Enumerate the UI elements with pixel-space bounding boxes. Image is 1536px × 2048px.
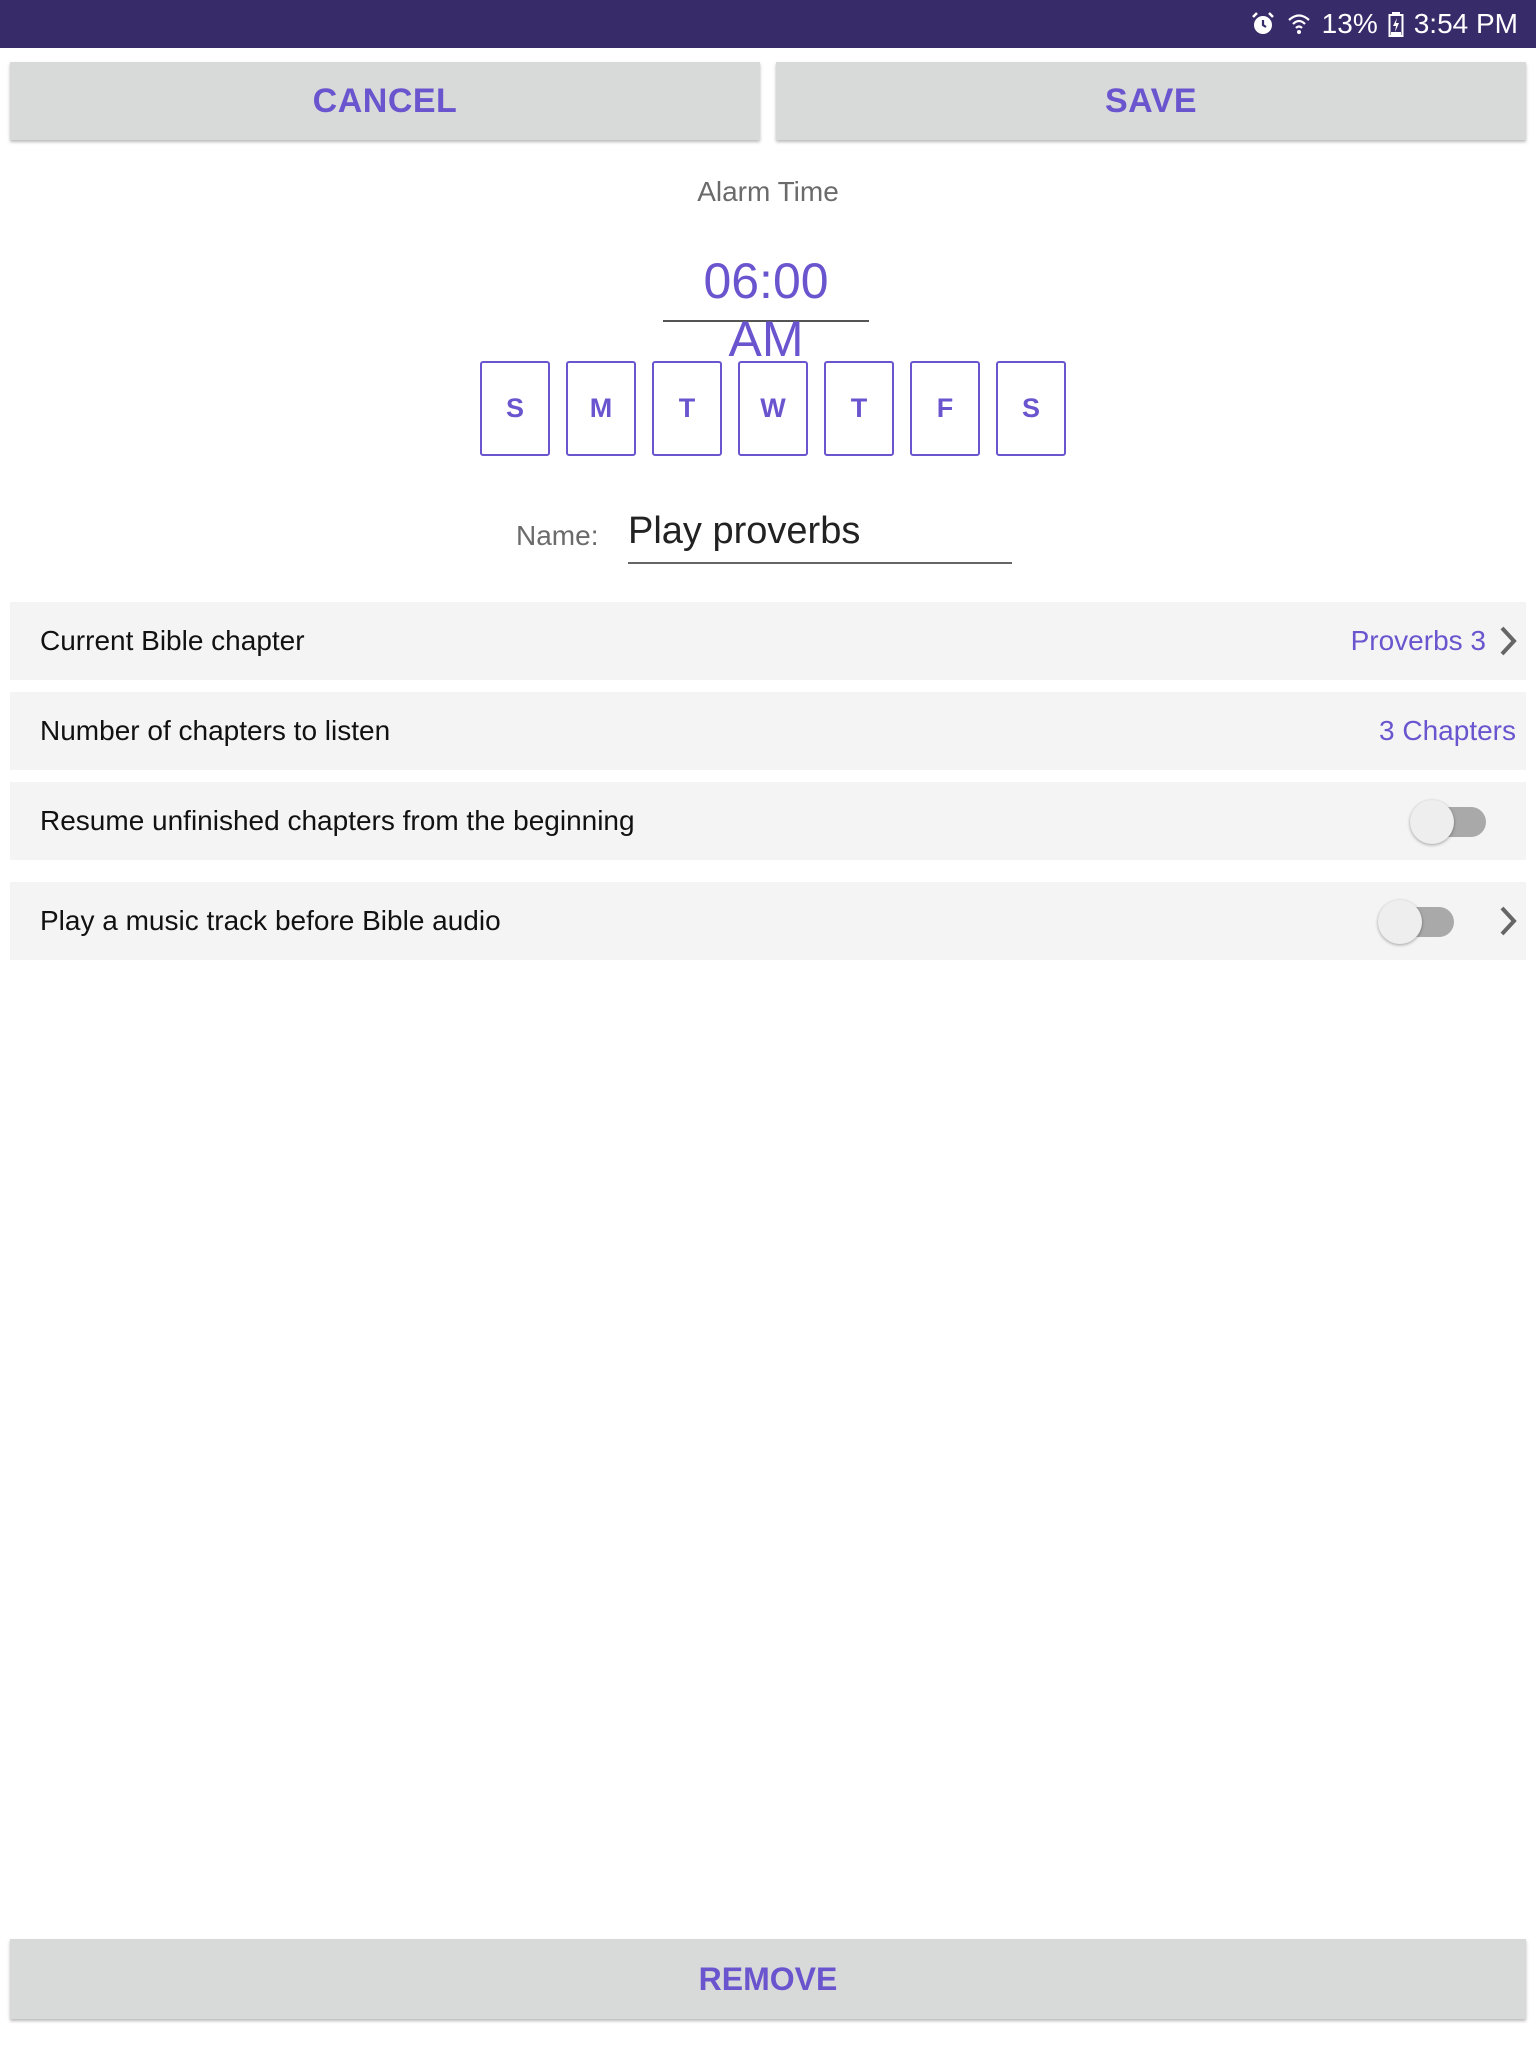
battery-charging-icon	[1388, 11, 1404, 37]
status-time: 3:54 PM	[1413, 8, 1518, 39]
day-saturday[interactable]: S	[996, 361, 1066, 456]
chapters-count-row[interactable]: Number of chapters to listen 3 Chapters	[10, 692, 1526, 770]
music-track-toggle[interactable]	[1378, 900, 1460, 944]
day-selector: S M T W T F S	[480, 361, 1066, 456]
music-track-row[interactable]: Play a music track before Bible audio	[10, 882, 1526, 960]
alarm-icon	[1250, 11, 1276, 37]
music-track-label: Play a music track before Bible audio	[40, 905, 501, 936]
remove-button[interactable]: REMOVE	[10, 1939, 1526, 2019]
battery-percent: 13%	[1321, 8, 1378, 39]
chapters-count-value: 3 Chapters	[1379, 715, 1516, 746]
alarm-time-picker[interactable]: 06:00 AM	[663, 252, 869, 367]
day-thursday[interactable]: T	[824, 361, 894, 456]
bible-chapter-row[interactable]: Current Bible chapter Proverbs 3	[10, 602, 1526, 680]
status-bar: 13% 3:54 PM	[0, 0, 1536, 48]
name-input[interactable]: Play proverbs	[628, 510, 1012, 564]
day-friday[interactable]: F	[910, 361, 980, 456]
day-sunday[interactable]: S	[480, 361, 550, 456]
wifi-icon	[1286, 11, 1312, 37]
chapters-count-label: Number of chapters to listen	[40, 715, 391, 746]
day-monday[interactable]: M	[566, 361, 636, 456]
name-label: Name:	[516, 520, 599, 551]
day-wednesday[interactable]: W	[738, 361, 808, 456]
resume-label: Resume unfinished chapters from the begi…	[40, 805, 635, 836]
day-tuesday[interactable]: T	[652, 361, 722, 456]
chevron-right-icon	[1494, 903, 1522, 939]
chevron-right-icon	[1494, 623, 1522, 659]
cancel-button[interactable]: CANCEL	[10, 62, 760, 140]
save-button[interactable]: SAVE	[776, 62, 1526, 140]
bible-chapter-label: Current Bible chapter	[40, 625, 305, 656]
bible-chapter-value: Proverbs 3	[1350, 625, 1486, 656]
resume-row: Resume unfinished chapters from the begi…	[10, 782, 1526, 860]
toggle-knob	[1378, 900, 1422, 944]
resume-toggle[interactable]	[1410, 800, 1492, 844]
alarm-time-label: Alarm Time	[697, 176, 839, 207]
toggle-knob	[1410, 800, 1454, 844]
